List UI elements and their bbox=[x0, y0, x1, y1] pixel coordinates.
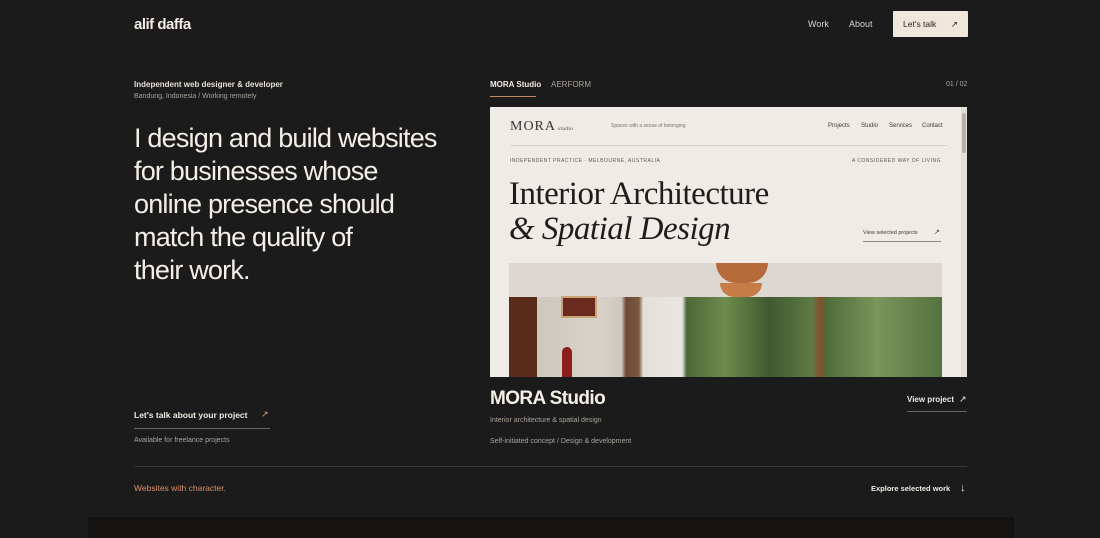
arrow-up-right-icon: ↗ bbox=[261, 409, 269, 419]
interior-photo bbox=[509, 263, 942, 377]
arrow-down-icon: ↓ bbox=[960, 482, 966, 494]
talk-about-project-link[interactable]: Let's talk about your project bbox=[134, 410, 247, 420]
active-tab-indicator bbox=[490, 96, 536, 97]
lets-talk-button[interactable]: Let's talk ↗ bbox=[893, 11, 968, 37]
project-preview[interactable]: MORA studio Spaces with a sense of belong… bbox=[490, 107, 967, 377]
preview-nav-services: Services bbox=[889, 123, 913, 129]
arrow-up-right-icon: ↗ bbox=[934, 229, 940, 236]
preview-nav-studio: Studio bbox=[861, 123, 879, 129]
preview-eyebrow-left: INDEPENDENT PRACTICE · MELBOURNE, AUSTRA… bbox=[510, 158, 661, 164]
headline-line: for businesses whose bbox=[134, 156, 378, 186]
tab-mora-studio[interactable]: MORA Studio bbox=[490, 80, 541, 89]
tab-aerform[interactable]: AERFORM bbox=[551, 80, 591, 89]
hero-eyebrow: Independent web designer & developer bbox=[134, 80, 283, 89]
project-title: MORA Studio bbox=[490, 388, 606, 409]
preview-heading: Interior Architecture & Spatial Design bbox=[509, 176, 769, 247]
project-meta: Self-initiated concept / Design & develo… bbox=[490, 438, 632, 445]
next-section-edge bbox=[88, 517, 1014, 538]
nav-work[interactable]: Work bbox=[808, 19, 829, 29]
preview-divider bbox=[510, 145, 947, 146]
preview-scrollbar[interactable] bbox=[961, 107, 967, 377]
arrow-up-right-icon: ↗ bbox=[959, 394, 967, 404]
link-underline bbox=[134, 428, 270, 429]
footer-tagline: Websites with character. bbox=[134, 483, 226, 493]
headline-line: I design and build websites bbox=[134, 123, 437, 153]
site-logo[interactable]: alif daffa bbox=[134, 16, 191, 33]
preview-logo: MORA studio bbox=[510, 119, 574, 134]
hero-location: Bandung, Indonesia / Working remotely bbox=[134, 93, 257, 100]
preview-eyebrow-right: A CONSIDERED WAY OF LIVING bbox=[851, 158, 941, 164]
headline-line: online presence should bbox=[134, 189, 395, 219]
slide-counter: 01 / 02 bbox=[946, 81, 968, 88]
preview-view-link: View selected projects bbox=[863, 230, 918, 236]
headline-line: match the quality of bbox=[134, 222, 353, 252]
link-underline bbox=[907, 411, 967, 412]
preview-nav-projects: Projects bbox=[828, 123, 850, 129]
explore-work-link[interactable]: Explore selected work bbox=[871, 484, 950, 493]
arrow-up-right-icon: ↗ bbox=[950, 18, 958, 29]
preview-link-underline bbox=[863, 241, 941, 242]
section-divider bbox=[134, 466, 967, 467]
availability-text: Available for freelance projects bbox=[134, 437, 230, 444]
hero-headline: I design and build websites for business… bbox=[134, 122, 464, 287]
view-project-link[interactable]: View project bbox=[907, 395, 954, 404]
preview-tagline: Spaces with a sense of belonging bbox=[611, 123, 686, 129]
nav-about[interactable]: About bbox=[849, 19, 873, 29]
headline-line: their work. bbox=[134, 255, 251, 285]
preview-nav-contact: Contact bbox=[922, 123, 943, 129]
project-subtitle: Interior architecture & spatial design bbox=[490, 417, 602, 424]
lets-talk-label: Let's talk bbox=[903, 19, 937, 29]
